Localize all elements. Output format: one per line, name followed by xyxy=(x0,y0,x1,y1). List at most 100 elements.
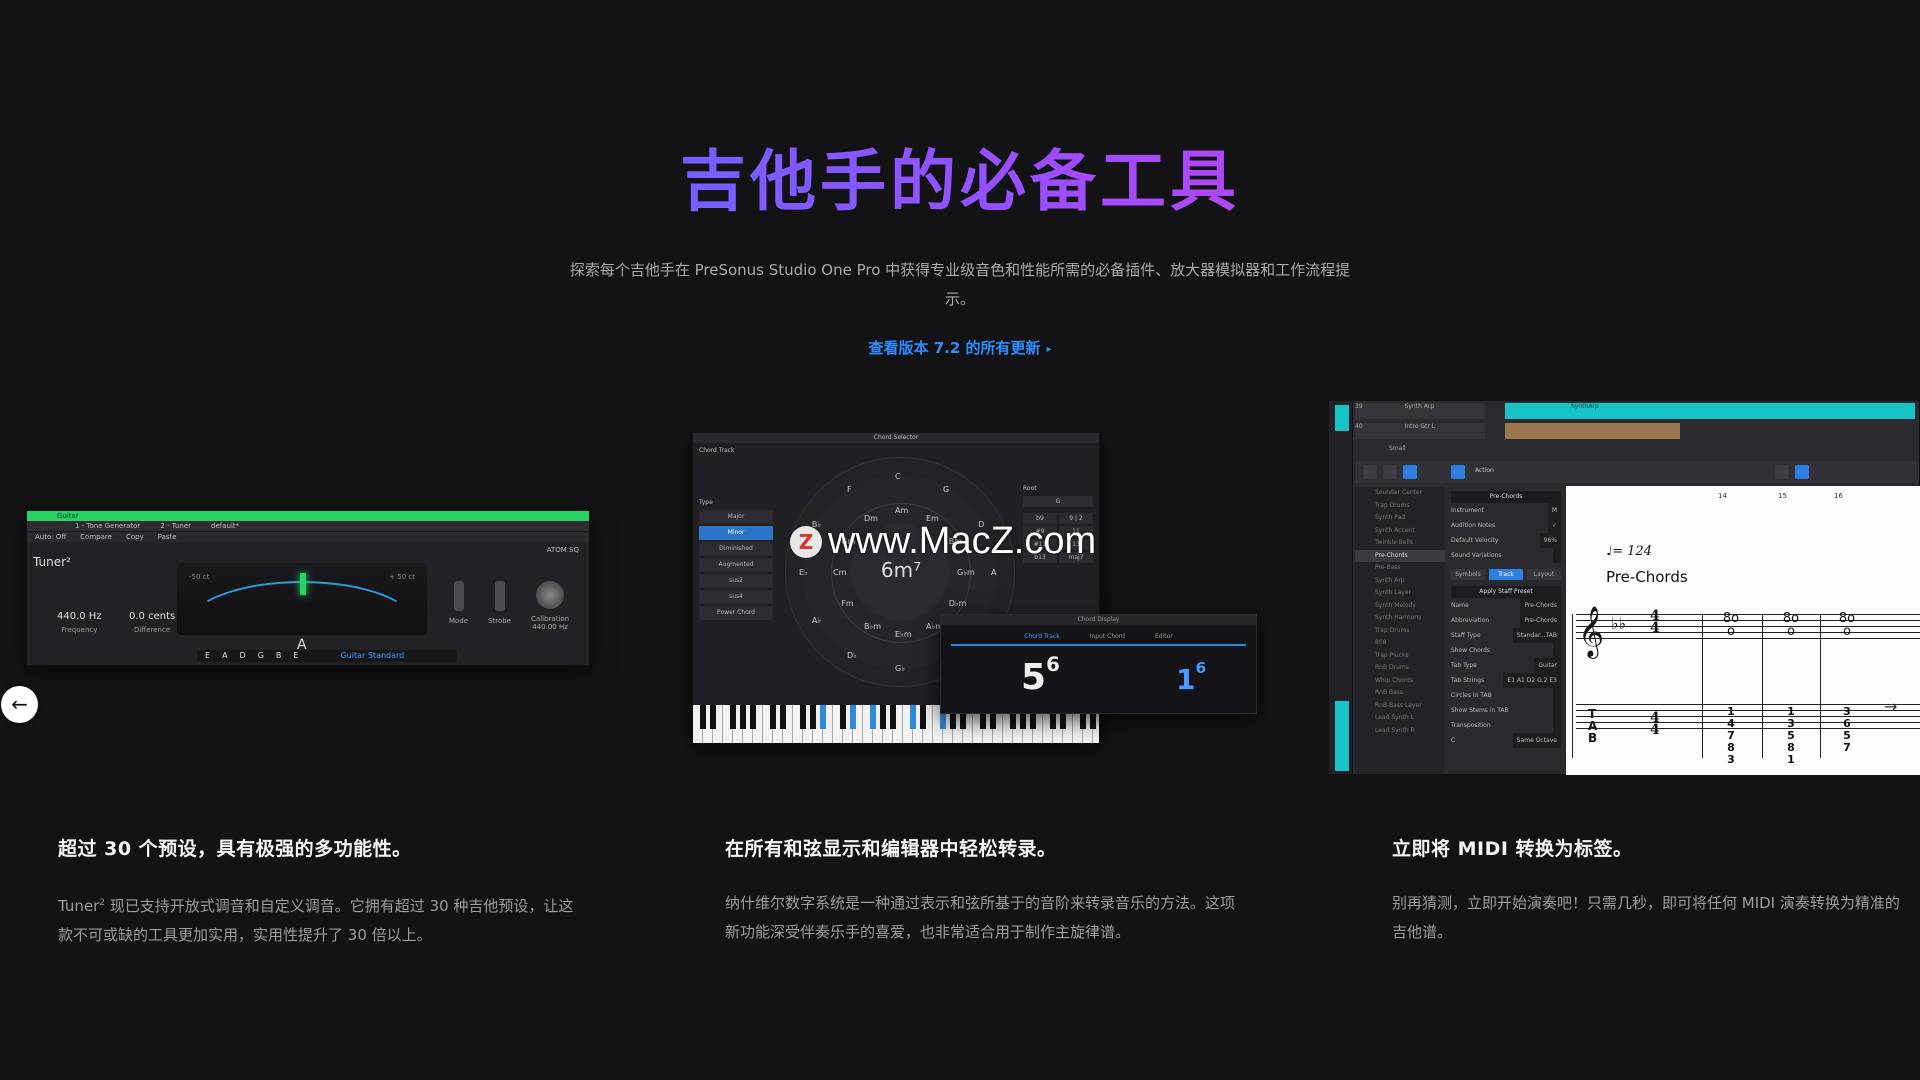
piano-black-key xyxy=(800,705,806,729)
toolbar-button xyxy=(1451,465,1465,479)
prop-key: Tab Type xyxy=(1451,662,1477,669)
piano-black-key xyxy=(890,705,896,729)
prop-value: Guitar xyxy=(1534,658,1561,673)
chord-track-label: Chord Track xyxy=(699,447,735,454)
string-note: E xyxy=(293,651,299,660)
instrument-item: Lead Synth L xyxy=(1375,714,1414,721)
root-label: Root xyxy=(1023,485,1037,492)
track-name: Synth Arp xyxy=(1404,403,1435,410)
score-left-bar xyxy=(1329,401,1353,774)
chord-type-item: sus4 xyxy=(699,590,773,604)
toolbar-button xyxy=(1363,465,1377,479)
feature-midi-tab: 立即将 MIDI 转换为标签。 别再猜测，立即开始演奏吧！只需几秒，即可将任何 … xyxy=(1392,834,1912,947)
instrument-item: Whip Chords xyxy=(1375,676,1414,684)
left-bar-cyan xyxy=(1335,701,1349,771)
prop-row: Audition Notes ✓ xyxy=(1451,518,1561,533)
toolbar-button xyxy=(1795,465,1809,479)
prop-row: Tab Strings E1 A1 D2 G.2 E3 xyxy=(1451,673,1561,688)
nashville-ext: 6 xyxy=(1046,653,1060,676)
wheel-inner-key: B♭m xyxy=(864,621,882,631)
feature-body: Tuner2 现已支持开放式调音和自定义调音。它拥有超过 30 种吉他预设，让这… xyxy=(58,889,578,950)
feature-title: 在所有和弦显示和编辑器中轻松转录。 xyxy=(725,838,1057,860)
prop-row: Name Pre-Chords xyxy=(1451,598,1561,613)
size-label: Small xyxy=(1389,445,1406,452)
props-header: Pre-Chords xyxy=(1451,491,1561,503)
chord-display-tab: Input Chord xyxy=(1089,633,1125,640)
score-next-arrow-icon[interactable]: → xyxy=(1884,697,1897,716)
tempo-marking: ♩= 124 xyxy=(1606,544,1652,559)
meter-needle xyxy=(300,573,306,595)
chord-display-title: Chord Display xyxy=(941,615,1256,625)
piano-black-key xyxy=(840,705,846,729)
left-bar-cyan xyxy=(1335,405,1349,431)
page: 吉他手的必备工具 探索每个吉他手在 PreSonus Studio One Pr… xyxy=(0,0,1920,1080)
chord-display-tab: Chord Track xyxy=(1024,633,1060,640)
watermark: Z www.MacZ.com xyxy=(790,520,1096,563)
prop-key: Show Chords xyxy=(1451,647,1491,654)
piano-black-key xyxy=(920,705,926,729)
tuner-name: Tuner² xyxy=(33,555,71,569)
frequency-value: 440.0 Hz xyxy=(57,611,102,622)
prop-value: Pre-Chords xyxy=(1520,598,1561,613)
frequency-readout: 440.0 Hz Frequency xyxy=(57,611,102,634)
instrument-item: Trap Drums xyxy=(1375,501,1410,509)
piano-black-key xyxy=(730,705,736,729)
tuner-toolbar: Auto: Off Compare Copy Paste xyxy=(27,532,589,542)
calibration-label: Calibration xyxy=(531,615,570,623)
instrument-item: 808 xyxy=(1375,639,1387,646)
nashville-chord-2: 16 xyxy=(1176,659,1206,696)
bar-line xyxy=(1702,614,1703,758)
tuner-meter: -50 ct + 50 ct xyxy=(177,563,427,635)
tuner-titlebar: Guitar xyxy=(27,511,589,521)
play-triangle-icon: ▸ xyxy=(1046,344,1052,355)
feature-body-name: Tuner xyxy=(58,897,100,915)
wheel-outer-key: G xyxy=(943,484,950,494)
difference-readout: 0.0 cents Difference xyxy=(129,611,175,634)
wheel-inner-key: G♭m xyxy=(957,568,975,577)
view-updates-link[interactable]: 查看版本 7.2 的所有更新 ▸ xyxy=(0,337,1920,358)
feature-body-text: 现已支持开放式调音和自定义调音。它拥有超过 30 种吉他预设，让这款不可或缺的工… xyxy=(58,897,574,944)
props-tabs: Symbols Track Layout xyxy=(1451,569,1561,580)
bar-line xyxy=(1762,614,1763,758)
wheel-outer-key: D♭ xyxy=(847,651,857,661)
prop-row: Instrument M xyxy=(1451,503,1561,518)
meter-scale-left: -50 ct xyxy=(189,573,210,581)
tuner-knobs: Mode Strobe Calibration 440.00 Hz xyxy=(449,581,569,631)
piano-black-key xyxy=(910,705,916,729)
tuner-toolbar-item: Compare xyxy=(80,533,112,541)
wheel-inner-key: E♭m xyxy=(895,630,912,639)
tuner-strings: E A D G B E Guitar Standard xyxy=(197,650,457,662)
tuner-tab: 1 - Tone Generator xyxy=(75,522,141,530)
wheel-outer-key: A xyxy=(991,568,997,577)
watermark-text: www.MacZ.com xyxy=(828,520,1097,562)
prop-row: Circles in TAB xyxy=(1451,688,1561,703)
strobe-label: Strobe xyxy=(488,617,512,625)
carousel-prev-button[interactable]: ← xyxy=(1,686,38,723)
instrument-item: Trap Plucks xyxy=(1375,651,1409,659)
prop-value xyxy=(1553,703,1561,718)
instrument-item: RnB Bass Layer xyxy=(1375,701,1422,709)
measure-number: 15 xyxy=(1778,492,1787,500)
chord-type-item: Power Chord xyxy=(699,606,773,620)
measure-number: 14 xyxy=(1718,492,1727,500)
chord-type-item: Augmented xyxy=(699,558,773,572)
prop-row: Sound Variations xyxy=(1451,548,1561,563)
nashville-ext: 6 xyxy=(1195,659,1207,677)
bar-line xyxy=(1572,614,1573,758)
tuner-preset: default* xyxy=(211,522,240,530)
tuner-toolbar-item: Paste xyxy=(157,533,177,541)
prop-row: Show Chords xyxy=(1451,643,1561,658)
chord-type-item: Diminished xyxy=(699,542,773,556)
string-note: A xyxy=(222,651,228,660)
prop-row: Show Stems in TAB xyxy=(1451,703,1561,718)
instrument-item: Synth Melody xyxy=(1375,601,1416,609)
tuner-tabs: 1 - Tone Generator 2 - Tuner default* xyxy=(27,521,589,532)
tuner-window-title: Guitar xyxy=(57,512,79,520)
nashville-number: 5 xyxy=(1021,657,1047,698)
wheel-outer-key: G♭ xyxy=(895,664,905,673)
prop-row: Tab Type Guitar xyxy=(1451,658,1561,673)
instrument-list: Sounder Center Trap Drums Synth Pad Synth A… xyxy=(1355,487,1445,774)
chord-type-list: Type Major Minor Diminished Augmented su… xyxy=(699,499,773,622)
wheel-outer-key: C xyxy=(895,472,901,481)
feature-body: 纳什维尔数字系统是一种通过表示和弦所基于的音阶来转录音乐的方法。这项新功能深受伴… xyxy=(725,894,1236,941)
